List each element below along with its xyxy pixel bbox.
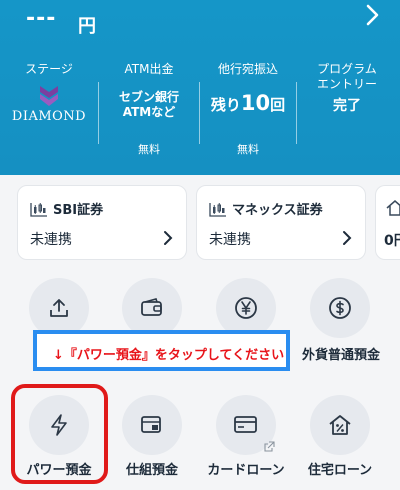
stat-stage[interactable]: ステージ DIAMOND: [0, 62, 98, 157]
card-plus-icon: [141, 416, 161, 433]
structured-deposit-button[interactable]: [122, 395, 182, 455]
stock-chart-icon: [209, 202, 226, 217]
house-percent-icon: [329, 415, 351, 435]
stat-program-value: 完了: [333, 98, 361, 114]
transfer-count: 10: [240, 91, 271, 115]
upload-button[interactable]: [29, 278, 89, 338]
foreign-deposit-label: 外貨普通預金: [301, 348, 380, 363]
house-icon: [386, 200, 400, 216]
stat-atm-footer: 無料: [138, 143, 160, 156]
broker-name: マネックス証券: [232, 203, 323, 218]
stat-atm-label: ATM出金: [124, 62, 174, 76]
account-stats: ステージ DIAMOND ATM出金 セブン銀行 ATMなど 無料 他行宛振込 …: [0, 62, 400, 157]
card-loan-label: カードローン: [207, 463, 285, 478]
stat-stage-label: ステージ: [25, 62, 73, 76]
broker-title: SBI証券: [30, 199, 103, 218]
stage-value: DIAMOND: [11, 109, 87, 124]
broker-card-monex[interactable]: マネックス証券 未連携: [196, 185, 366, 260]
external-link-icon: [264, 441, 275, 452]
credit-card-icon: [234, 416, 257, 433]
account-header: --- 円 ステージ DIAMOND ATM出金 セブン銀行 ATMなど 無料 …: [0, 0, 400, 175]
balance-unit: 円: [78, 16, 96, 37]
housing-loan-button[interactable]: [310, 395, 370, 455]
stat-transfer-footer: 無料: [237, 143, 259, 156]
chevron-right-icon[interactable]: [360, 3, 384, 27]
yen-coin-icon: [235, 297, 257, 319]
wallet-button[interactable]: [122, 278, 182, 338]
broker-status: 未連携: [209, 232, 251, 248]
dollar-coin-icon: [329, 297, 351, 319]
stat-transfer-label: 他行宛振込: [217, 62, 278, 76]
stat-divider: [296, 82, 297, 144]
foreign-deposit-button[interactable]: [310, 278, 370, 338]
stat-divider: [98, 82, 99, 144]
instruction-callout: ↓『パワー預金』をタップしてください: [33, 330, 290, 371]
stat-transfer-value: 残り10回: [200, 91, 296, 115]
broker-card-sbi[interactable]: SBI証券 未連携: [17, 185, 187, 260]
stat-atm-value: セブン銀行 ATMなど: [118, 90, 179, 119]
stock-chart-icon: [30, 202, 47, 217]
broker-name: SBI証券: [53, 203, 104, 218]
broker-status: 未連携: [30, 232, 72, 248]
upload-icon: [50, 299, 68, 317]
chevron-right-icon: [164, 231, 173, 245]
yen-deposit-button[interactable]: [216, 278, 276, 338]
broker-card-partial[interactable]: 0円: [375, 185, 400, 260]
stat-atm[interactable]: ATM出金 セブン銀行 ATMなど 無料: [100, 62, 198, 157]
balance-mask: ---: [26, 6, 57, 31]
housing-loan-label: 住宅ローン: [307, 463, 373, 478]
broker-title: マネックス証券: [209, 199, 323, 218]
transfer-prefix: 残り: [210, 96, 241, 114]
structured-deposit-label: 仕組預金: [125, 463, 178, 478]
stat-program[interactable]: プログラム エントリー 完了: [298, 62, 396, 157]
chevron-right-icon: [343, 231, 352, 245]
wallet-icon: [141, 298, 162, 316]
stat-program-label: プログラム エントリー: [316, 62, 377, 91]
stat-transfer[interactable]: 他行宛振込 残り10回 無料: [200, 62, 296, 157]
instruction-text: ↓『パワー預金』をタップしてください: [53, 348, 285, 363]
partial-card-value: 0円: [384, 233, 400, 249]
highlight-frame: [11, 384, 108, 484]
diamond-stage-icon: [40, 86, 58, 106]
transfer-suffix: 回: [270, 96, 286, 114]
